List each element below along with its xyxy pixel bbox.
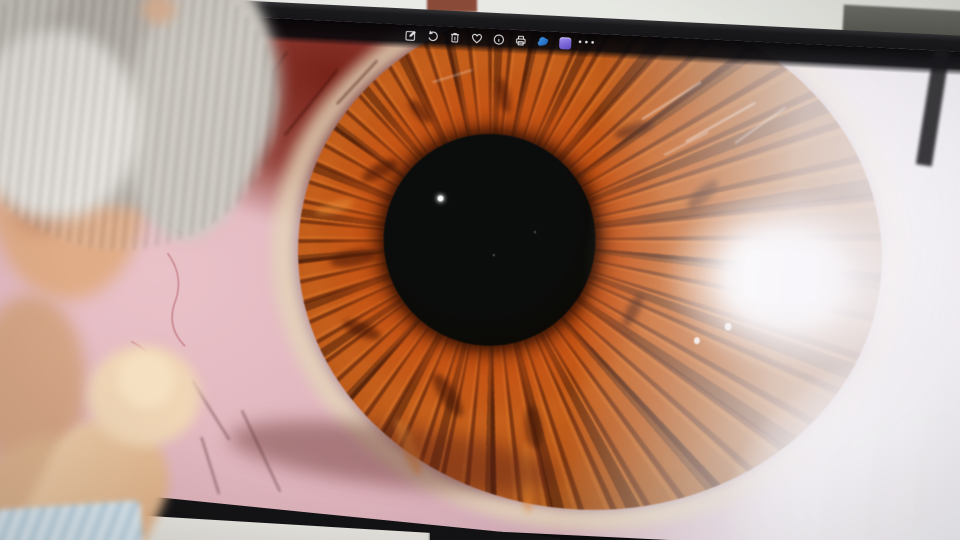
edit-image-icon[interactable]	[404, 29, 418, 43]
see-more-icon[interactable]: •••	[580, 37, 594, 51]
delete-icon[interactable]	[448, 31, 462, 45]
see-more-dots: •••	[577, 37, 597, 51]
file-info-icon[interactable]	[492, 33, 506, 47]
favorite-icon[interactable]	[470, 32, 484, 46]
print-icon[interactable]	[514, 34, 528, 48]
rotate-icon[interactable]	[426, 30, 440, 44]
knuckle-highlight	[118, 352, 174, 408]
scene: •••	[0, 0, 960, 540]
toolbar-icon-row: •••	[404, 29, 593, 51]
app-tile-icon[interactable]	[558, 36, 572, 50]
onedrive-icon[interactable]	[536, 35, 550, 49]
